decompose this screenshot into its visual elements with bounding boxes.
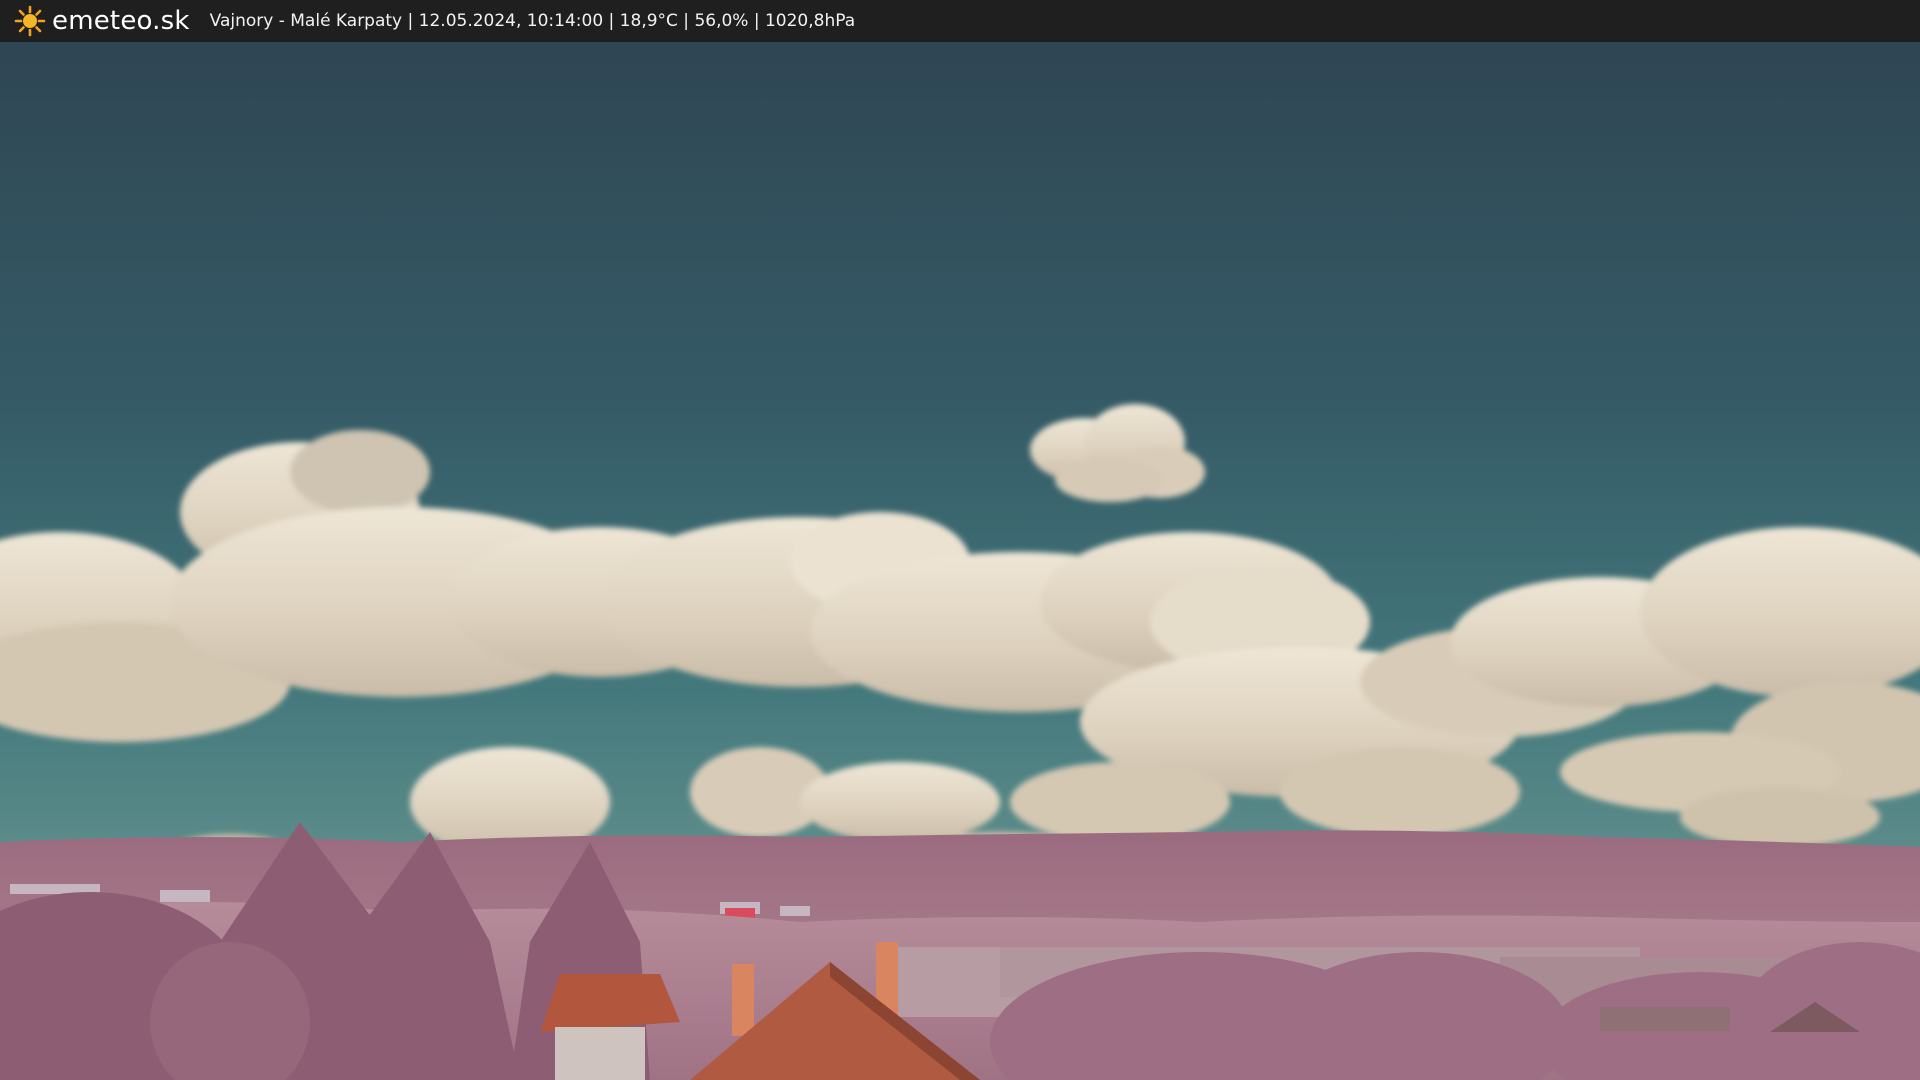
webcam-image — [0, 42, 1920, 1080]
webcam-frame: emeteo.sk Vajnory - Malé Karpaty | 12.05… — [0, 0, 1920, 1080]
trees-right — [990, 942, 1920, 1080]
info-bar: emeteo.sk Vajnory - Malé Karpaty | 12.05… — [0, 0, 1920, 42]
brand-name: emeteo.sk — [52, 6, 190, 36]
brand-logo[interactable]: emeteo.sk — [14, 0, 190, 42]
weather-caption: Vajnory - Malé Karpaty | 12.05.2024, 10:… — [209, 11, 856, 31]
sun-icon — [14, 5, 46, 37]
